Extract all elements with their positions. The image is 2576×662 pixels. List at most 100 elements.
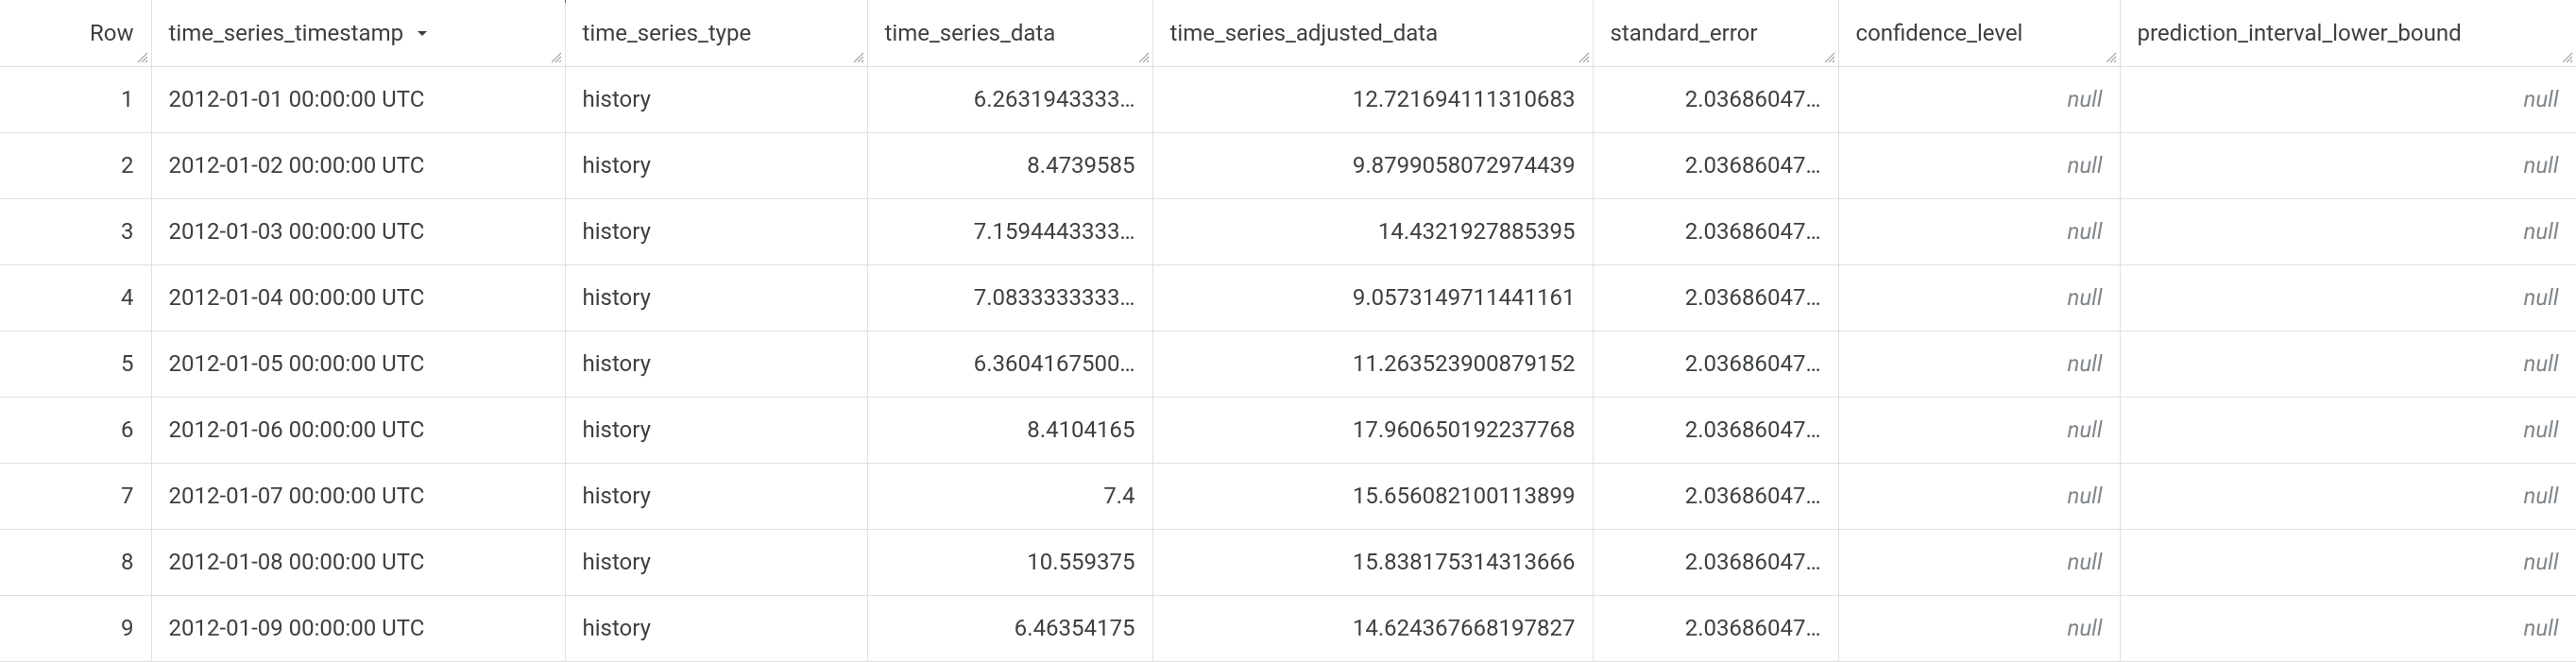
cell-prediction-interval-lower-bound[interactable]: null: [2120, 331, 2576, 397]
cell-standard-error[interactable]: 2.03686047…: [1593, 66, 1838, 132]
cell-type[interactable]: history: [565, 397, 867, 463]
cell-confidence-level[interactable]: null: [1838, 66, 2120, 132]
cell-prediction-interval-lower-bound[interactable]: null: [2120, 264, 2576, 331]
cell-adjusted-data[interactable]: 15.656082100113899: [1152, 463, 1593, 529]
cell-data[interactable]: 6.46354175: [867, 595, 1152, 661]
cell-prediction-interval-lower-bound[interactable]: null: [2120, 132, 2576, 198]
column-header-label: time_series_data: [885, 20, 1056, 46]
table-row[interactable]: 52012-01-05 00:00:00 UTChistory6.3604167…: [0, 331, 2576, 397]
cell-type[interactable]: history: [565, 331, 867, 397]
cell-standard-error[interactable]: 2.03686047…: [1593, 264, 1838, 331]
column-header-time-series-adjusted-data[interactable]: time_series_adjusted_data: [1152, 0, 1593, 66]
cell-type[interactable]: history: [565, 198, 867, 264]
resize-handle-icon[interactable]: [2561, 51, 2574, 64]
resize-handle-icon[interactable]: [1823, 51, 1836, 64]
cell-adjusted-data[interactable]: 17.960650192237768: [1152, 397, 1593, 463]
resize-handle-icon[interactable]: [136, 51, 149, 64]
table-row[interactable]: 42012-01-04 00:00:00 UTChistory7.0833333…: [0, 264, 2576, 331]
cell-timestamp[interactable]: 2012-01-09 00:00:00 UTC: [151, 595, 565, 661]
cell-data[interactable]: 10.559375: [867, 529, 1152, 595]
cell-type[interactable]: history: [565, 132, 867, 198]
column-header-time-series-data[interactable]: time_series_data: [867, 0, 1152, 66]
table-row[interactable]: 62012-01-06 00:00:00 UTChistory8.4104165…: [0, 397, 2576, 463]
cell-timestamp[interactable]: 2012-01-02 00:00:00 UTC: [151, 132, 565, 198]
cell-prediction-interval-lower-bound[interactable]: null: [2120, 463, 2576, 529]
cell-prediction-interval-lower-bound[interactable]: null: [2120, 66, 2576, 132]
cell-standard-error[interactable]: 2.03686047…: [1593, 463, 1838, 529]
cell-standard-error[interactable]: 2.03686047…: [1593, 132, 1838, 198]
cell-confidence-level[interactable]: null: [1838, 595, 2120, 661]
cell-adjusted-data[interactable]: 12.721694111310683: [1152, 66, 1593, 132]
cell-data[interactable]: 7.0833333333…: [867, 264, 1152, 331]
resize-handle-icon[interactable]: [1578, 51, 1591, 64]
table-row[interactable]: 22012-01-02 00:00:00 UTChistory8.4739585…: [0, 132, 2576, 198]
cell-row[interactable]: 7: [0, 463, 151, 529]
cell-timestamp[interactable]: 2012-01-01 00:00:00 UTC: [151, 66, 565, 132]
cell-standard-error[interactable]: 2.03686047…: [1593, 331, 1838, 397]
cell-data[interactable]: 6.2631943333…: [867, 66, 1152, 132]
cell-adjusted-data[interactable]: 14.624367668197827: [1152, 595, 1593, 661]
cell-type[interactable]: history: [565, 264, 867, 331]
cell-timestamp[interactable]: 2012-01-04 00:00:00 UTC: [151, 264, 565, 331]
cell-adjusted-data[interactable]: 11.263523900879152: [1152, 331, 1593, 397]
cell-adjusted-data[interactable]: 14.4321927885395: [1152, 198, 1593, 264]
cell-timestamp[interactable]: 2012-01-08 00:00:00 UTC: [151, 529, 565, 595]
cell-confidence-level[interactable]: null: [1838, 529, 2120, 595]
resize-handle-icon[interactable]: [1137, 51, 1151, 64]
cell-row[interactable]: 6: [0, 397, 151, 463]
cell-standard-error[interactable]: 2.03686047…: [1593, 529, 1838, 595]
cell-confidence-level[interactable]: null: [1838, 264, 2120, 331]
cell-standard-error[interactable]: 2.03686047…: [1593, 595, 1838, 661]
cell-data[interactable]: 8.4739585: [867, 132, 1152, 198]
cell-data[interactable]: 8.4104165: [867, 397, 1152, 463]
table-row[interactable]: 92012-01-09 00:00:00 UTChistory6.4635417…: [0, 595, 2576, 661]
cell-adjusted-data[interactable]: 9.8799058072974439: [1152, 132, 1593, 198]
cell-type[interactable]: history: [565, 463, 867, 529]
cell-row[interactable]: 5: [0, 331, 151, 397]
cell-timestamp[interactable]: 2012-01-03 00:00:00 UTC: [151, 198, 565, 264]
cell-timestamp[interactable]: 2012-01-07 00:00:00 UTC: [151, 463, 565, 529]
cell-type[interactable]: history: [565, 66, 867, 132]
column-header-label: prediction_interval_lower_bound: [2138, 20, 2462, 46]
cell-prediction-interval-lower-bound[interactable]: null: [2120, 529, 2576, 595]
table-row[interactable]: 82012-01-08 00:00:00 UTChistory10.559375…: [0, 529, 2576, 595]
column-header-standard-error[interactable]: standard_error: [1593, 0, 1838, 66]
column-header-confidence-level[interactable]: confidence_level: [1838, 0, 2120, 66]
cell-type[interactable]: history: [565, 529, 867, 595]
column-header-row[interactable]: Row: [0, 0, 151, 66]
cell-row[interactable]: 4: [0, 264, 151, 331]
cell-confidence-level[interactable]: null: [1838, 397, 2120, 463]
cell-timestamp[interactable]: 2012-01-05 00:00:00 UTC: [151, 331, 565, 397]
resize-handle-icon[interactable]: [852, 51, 865, 64]
cell-row[interactable]: 1: [0, 66, 151, 132]
resize-handle-icon[interactable]: [2105, 51, 2118, 64]
cell-data[interactable]: 7.4: [867, 463, 1152, 529]
column-header-time-series-type[interactable]: time_series_type: [565, 0, 867, 66]
column-header-time-series-timestamp[interactable]: time_series_timestamp: [151, 0, 565, 66]
cell-confidence-level[interactable]: null: [1838, 198, 2120, 264]
cell-row[interactable]: 9: [0, 595, 151, 661]
table-row[interactable]: 32012-01-03 00:00:00 UTChistory7.1594443…: [0, 198, 2576, 264]
cell-data[interactable]: 6.3604167500…: [867, 331, 1152, 397]
cell-row[interactable]: 8: [0, 529, 151, 595]
cell-adjusted-data[interactable]: 15.838175314313666: [1152, 529, 1593, 595]
cell-standard-error[interactable]: 2.03686047…: [1593, 198, 1838, 264]
cell-prediction-interval-lower-bound[interactable]: null: [2120, 397, 2576, 463]
cell-type[interactable]: history: [565, 595, 867, 661]
table-row[interactable]: 12012-01-01 00:00:00 UTChistory6.2631943…: [0, 66, 2576, 132]
column-header-prediction-interval-lower-bound[interactable]: prediction_interval_lower_bound: [2120, 0, 2576, 66]
cell-row[interactable]: 2: [0, 132, 151, 198]
cell-adjusted-data[interactable]: 9.0573149711441161: [1152, 264, 1593, 331]
cell-prediction-interval-lower-bound[interactable]: null: [2120, 198, 2576, 264]
table-row[interactable]: 72012-01-07 00:00:00 UTChistory7.415.656…: [0, 463, 2576, 529]
cell-row[interactable]: 3: [0, 198, 151, 264]
cell-prediction-interval-lower-bound[interactable]: null: [2120, 595, 2576, 661]
resize-handle-icon[interactable]: [550, 51, 563, 64]
column-header-label: confidence_level: [1856, 20, 2023, 46]
cell-timestamp[interactable]: 2012-01-06 00:00:00 UTC: [151, 397, 565, 463]
cell-confidence-level[interactable]: null: [1838, 331, 2120, 397]
cell-data[interactable]: 7.1594443333…: [867, 198, 1152, 264]
cell-confidence-level[interactable]: null: [1838, 132, 2120, 198]
cell-standard-error[interactable]: 2.03686047…: [1593, 397, 1838, 463]
cell-confidence-level[interactable]: null: [1838, 463, 2120, 529]
